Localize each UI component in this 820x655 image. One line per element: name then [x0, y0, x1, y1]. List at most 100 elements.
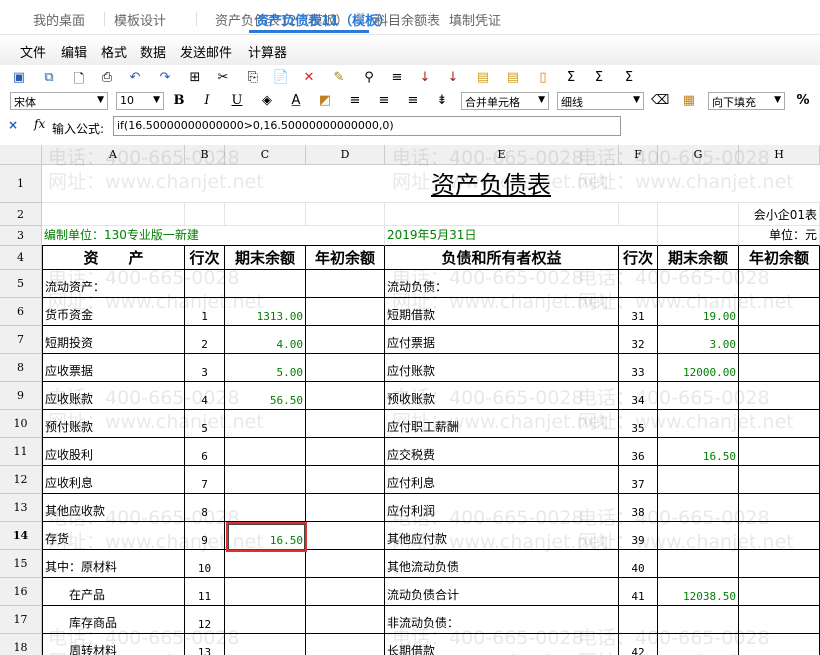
- table-cell[interactable]: 应付职工薪酬: [385, 410, 619, 438]
- table-cell[interactable]: [225, 550, 306, 578]
- menu-format[interactable]: 格式: [101, 42, 127, 61]
- empty-cell[interactable]: [619, 203, 658, 226]
- column-title[interactable]: 资 产: [42, 246, 185, 270]
- table-cell[interactable]: 应付票据: [385, 326, 619, 354]
- table-cell[interactable]: 预收账款: [385, 382, 619, 410]
- table-cell[interactable]: 36: [619, 438, 658, 466]
- tab-template-design[interactable]: 模板设计: [114, 10, 166, 29]
- sum-icon[interactable]: Σ: [562, 70, 580, 85]
- table-cell[interactable]: [739, 326, 820, 354]
- font-color-icon[interactable]: A: [287, 93, 305, 108]
- table-cell[interactable]: [225, 634, 306, 655]
- empty-cell[interactable]: [185, 203, 225, 226]
- table-cell[interactable]: 周转材料: [42, 634, 185, 655]
- column-header-H[interactable]: H: [739, 145, 820, 165]
- column-header-E[interactable]: E: [385, 145, 619, 165]
- table-cell[interactable]: [306, 354, 385, 382]
- table-cell[interactable]: 其他应付款: [385, 522, 619, 550]
- redo-icon[interactable]: ↷: [156, 70, 174, 85]
- table-cell[interactable]: [225, 270, 306, 298]
- table-cell[interactable]: 4: [185, 382, 225, 410]
- table-cell[interactable]: [739, 494, 820, 522]
- row-header[interactable]: 3: [0, 226, 42, 246]
- row-header[interactable]: 17: [0, 606, 42, 634]
- column-title[interactable]: 负债和所有者权益: [385, 246, 619, 270]
- table-cell[interactable]: [306, 634, 385, 655]
- properties-icon[interactable]: ▦: [680, 93, 698, 108]
- table-cell[interactable]: [306, 578, 385, 606]
- table-cell[interactable]: [658, 522, 739, 550]
- table-cell[interactable]: [739, 606, 820, 634]
- tab-voucher[interactable]: 填制凭证: [449, 10, 501, 29]
- row-header[interactable]: 12: [0, 466, 42, 494]
- column-title[interactable]: 年初余额: [306, 246, 385, 270]
- tab-desktop[interactable]: 我的桌面: [33, 10, 85, 29]
- table-cell[interactable]: 10: [185, 550, 225, 578]
- row-header[interactable]: 5: [0, 270, 42, 298]
- table-cell[interactable]: 在产品: [42, 578, 185, 606]
- table-cell[interactable]: [225, 466, 306, 494]
- empty-cell[interactable]: [306, 203, 385, 226]
- table-cell[interactable]: 16.50: [658, 438, 739, 466]
- sort-descending-icon[interactable]: ↓: [444, 70, 462, 85]
- table-cell[interactable]: [225, 578, 306, 606]
- empty-cell[interactable]: [225, 203, 306, 226]
- replace-icon[interactable]: ≡: [388, 70, 406, 85]
- column-header-D[interactable]: D: [306, 145, 385, 165]
- formula-input[interactable]: if(16.50000000000000>0,16.50000000000000…: [113, 116, 621, 136]
- table-cell[interactable]: 短期借款: [385, 298, 619, 326]
- table-cell[interactable]: [658, 270, 739, 298]
- merge-cells-select[interactable]: 合并单元格 ▼: [461, 92, 549, 110]
- column-title[interactable]: 行次: [185, 246, 225, 270]
- table-cell[interactable]: [739, 354, 820, 382]
- sum-row-icon[interactable]: Σ: [590, 70, 608, 85]
- bold-icon[interactable]: B: [170, 93, 188, 108]
- table-cell[interactable]: [658, 550, 739, 578]
- find-icon[interactable]: ⚲: [360, 70, 378, 85]
- column-header-F[interactable]: F: [619, 145, 658, 165]
- table-cell[interactable]: [306, 382, 385, 410]
- diagonal-border-icon[interactable]: ◩: [316, 93, 334, 108]
- select-all-corner[interactable]: [0, 145, 42, 165]
- table-cell[interactable]: 长期借款: [385, 634, 619, 655]
- table-cell[interactable]: [306, 326, 385, 354]
- table-cell[interactable]: 35: [619, 410, 658, 438]
- table-cell[interactable]: [739, 382, 820, 410]
- table-cell[interactable]: [739, 438, 820, 466]
- print-preview-icon[interactable]: 🗋: [70, 70, 88, 92]
- table-cell[interactable]: 应付利润: [385, 494, 619, 522]
- column-title[interactable]: 年初余额: [739, 246, 820, 270]
- table-cell[interactable]: [306, 438, 385, 466]
- table-cell[interactable]: [225, 494, 306, 522]
- align-left-icon[interactable]: ≡: [346, 93, 364, 108]
- table-cell[interactable]: 5.00: [225, 354, 306, 382]
- row-header[interactable]: 9: [0, 382, 42, 410]
- table-cell[interactable]: [306, 494, 385, 522]
- underline-icon[interactable]: U: [228, 93, 246, 108]
- row-header[interactable]: 1: [0, 165, 42, 203]
- cancel-formula-icon[interactable]: ×: [8, 118, 18, 132]
- table-cell[interactable]: 货币资金: [42, 298, 185, 326]
- table-cell[interactable]: 其他应收款: [42, 494, 185, 522]
- table-cell[interactable]: [739, 550, 820, 578]
- sum-column-icon[interactable]: Σ: [620, 70, 638, 85]
- table-cell[interactable]: 流动资产：: [42, 270, 185, 298]
- table-cell[interactable]: [225, 438, 306, 466]
- table-cell[interactable]: 2: [185, 326, 225, 354]
- table-cell[interactable]: 1313.00: [225, 298, 306, 326]
- table-cell[interactable]: 其他流动负债: [385, 550, 619, 578]
- empty-cell[interactable]: [658, 203, 739, 226]
- table-cell[interactable]: 37: [619, 466, 658, 494]
- paste-value-icon[interactable]: ▤: [504, 70, 522, 85]
- table-cell[interactable]: [658, 494, 739, 522]
- row-header[interactable]: 15: [0, 550, 42, 578]
- empty-cell[interactable]: [385, 203, 619, 226]
- align-right-icon[interactable]: ≡: [404, 93, 422, 108]
- table-cell[interactable]: [739, 410, 820, 438]
- table-cell[interactable]: [306, 270, 385, 298]
- empty-cell[interactable]: [658, 226, 739, 246]
- table-cell[interactable]: 32: [619, 326, 658, 354]
- border-style-select[interactable]: 细线 ▼: [557, 92, 644, 110]
- save-as-icon[interactable]: ⧉: [40, 70, 58, 85]
- table-cell[interactable]: 5: [185, 410, 225, 438]
